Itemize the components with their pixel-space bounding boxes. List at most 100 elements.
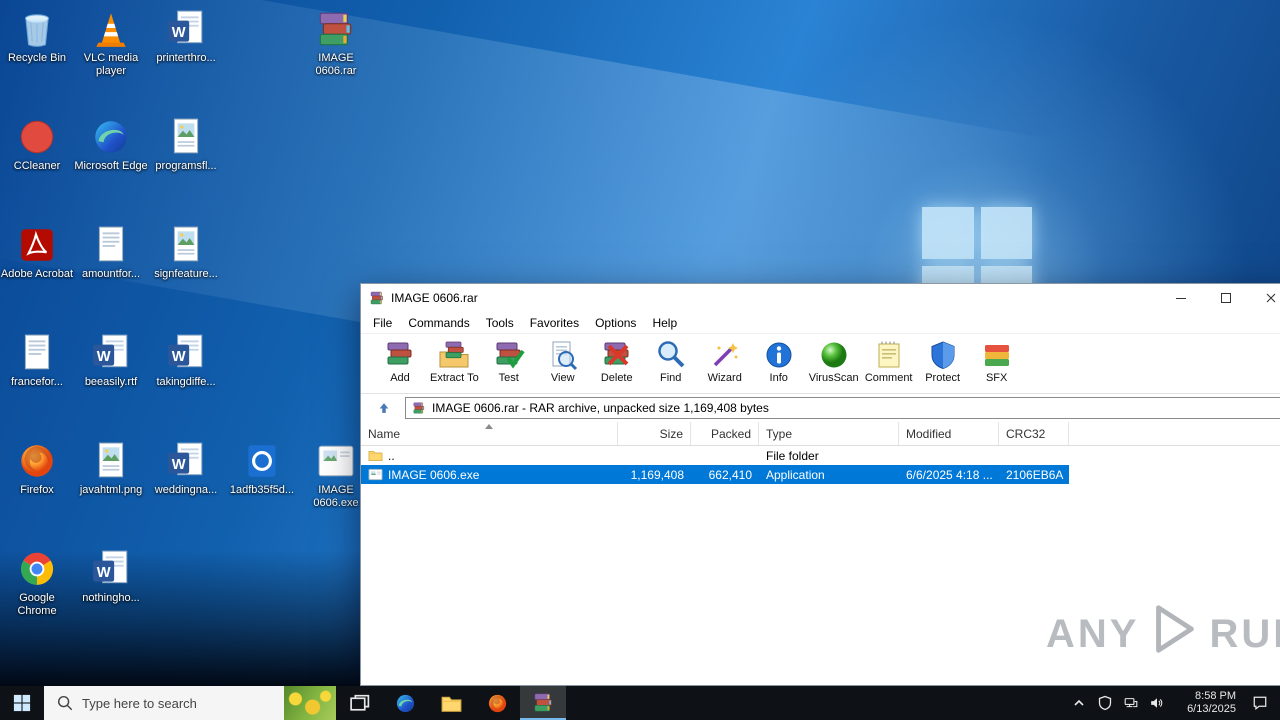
desktop-icon-image-0606-rar[interactable]: IMAGE 0606.rar: [299, 8, 373, 78]
hidden-icons-chevron[interactable]: [1066, 686, 1092, 720]
desktop-icon-recycle-bin[interactable]: Recycle Bin: [0, 8, 74, 65]
taskbar-spacer: [566, 686, 1066, 720]
toolbar-comment-button[interactable]: Comment: [862, 338, 916, 384]
toolbar-button-label: Wizard: [707, 372, 742, 384]
menu-favorites[interactable]: Favorites: [522, 316, 587, 330]
desktop-icon-google-chrome[interactable]: Google Chrome: [0, 548, 74, 618]
winrar-app-icon: [369, 290, 385, 306]
desktop-icon-beeasily-rtf[interactable]: Wbeeasily.rtf: [74, 332, 148, 389]
word-icon: W: [90, 332, 132, 374]
toolbar-view-button[interactable]: View: [536, 338, 590, 384]
word-icon: W: [165, 440, 207, 482]
toolbar-add-button[interactable]: Add: [373, 338, 427, 384]
column-header-crc32[interactable]: CRC32: [999, 422, 1069, 445]
toolbar-delete-button[interactable]: Delete: [590, 338, 644, 384]
edge-icon: [90, 116, 132, 158]
task-view-button[interactable]: [336, 686, 382, 720]
address-field[interactable]: IMAGE 0606.rar - RAR archive, unpacked s…: [405, 397, 1280, 419]
archive-description: IMAGE 0606.rar - RAR archive, unpacked s…: [432, 401, 769, 415]
taskbar: Type here to search 8:58 PM 6/13/2025: [0, 686, 1280, 720]
toolbar-sfx-button[interactable]: SFX: [970, 338, 1024, 384]
column-header-type[interactable]: Type: [759, 422, 899, 445]
taskbar-clock[interactable]: 8:58 PM 6/13/2025: [1170, 686, 1240, 720]
window-title: IMAGE 0606.rar: [391, 291, 478, 305]
close-button[interactable]: [1248, 284, 1280, 312]
comment-icon: [873, 339, 905, 371]
column-header-size[interactable]: Size: [618, 422, 691, 445]
ccleaner-icon: [16, 116, 58, 158]
desktop-icon-nothingho[interactable]: Wnothingho...: [74, 548, 148, 605]
menu-file[interactable]: File: [365, 316, 400, 330]
column-header-filler: [1069, 422, 1280, 445]
desktop-icon-label: Adobe Acrobat: [0, 268, 74, 280]
taskbar-winrar-button[interactable]: [520, 686, 566, 720]
desktop-icon-programsfl[interactable]: programsfl...: [149, 116, 223, 173]
desktop-icon-takingdiffe[interactable]: Wtakingdiffe...: [149, 332, 223, 389]
taskbar-firefox-button[interactable]: [474, 686, 520, 720]
desktop-icon-microsoft-edge[interactable]: Microsoft Edge: [74, 116, 148, 173]
file-row-parent-dir[interactable]: .. File folder: [361, 446, 1280, 465]
network-tray-icon[interactable]: [1118, 686, 1144, 720]
minimize-button[interactable]: [1158, 284, 1203, 312]
search-placeholder: Type here to search: [82, 695, 197, 711]
desktop-icon-printerthro[interactable]: Wprinterthro...: [149, 8, 223, 65]
column-header-name[interactable]: Name: [361, 422, 618, 445]
clock-date: 6/13/2025: [1187, 703, 1236, 715]
toolbar-test-button[interactable]: Test: [482, 338, 536, 384]
clock-time: 8:58 PM: [1195, 690, 1236, 702]
file-type-cell: Application: [766, 467, 825, 482]
desktop-icon-amountfor[interactable]: amountfor...: [74, 224, 148, 281]
toolbar-info-button[interactable]: Info: [752, 338, 806, 384]
column-header-modified[interactable]: Modified: [899, 422, 999, 445]
extract-icon: [438, 339, 470, 371]
toolbar-wizard-button[interactable]: Wizard: [698, 338, 752, 384]
column-header-packed[interactable]: Packed: [691, 422, 759, 445]
desktop-icon-firefox[interactable]: Firefox: [0, 440, 74, 497]
toolbar-find-button[interactable]: Find: [644, 338, 698, 384]
desktop-icon-adobe-acrobat[interactable]: Adobe Acrobat: [0, 224, 74, 281]
file-size-cell: 1,169,408: [630, 467, 684, 482]
desktop-icon-signfeature[interactable]: signfeature...: [149, 224, 223, 281]
desktop-icon-1adfb35f5d[interactable]: 1adfb35f5d...: [225, 440, 299, 497]
test-icon: [493, 339, 525, 371]
toolbar-button-label: SFX: [985, 372, 1008, 384]
toolbar-extract-to-button[interactable]: Extract To: [427, 338, 482, 384]
desktop-icon-weddingna[interactable]: Wweddingna...: [149, 440, 223, 497]
desktop-icon-label: Recycle Bin: [7, 52, 67, 64]
doc-plain-icon: [16, 332, 58, 374]
menu-help[interactable]: Help: [644, 316, 685, 330]
sort-ascending-icon: [485, 424, 493, 429]
maximize-button[interactable]: [1203, 284, 1248, 312]
volume-tray-icon[interactable]: [1144, 686, 1170, 720]
toolbar: Add Extract To Test View Delete Find Wizard Inf…: [361, 334, 1280, 394]
desktop-icon-francefor[interactable]: francefor...: [0, 332, 74, 389]
acrobat-icon: [16, 224, 58, 266]
search-daily-image: [284, 686, 336, 720]
info-icon: [763, 339, 795, 371]
taskbar-edge-button[interactable]: [382, 686, 428, 720]
start-button[interactable]: [0, 686, 44, 720]
file-row-image-0606-exe[interactable]: IMAGE 0606.exe 1,169,408 662,410 Applicatio…: [361, 465, 1069, 484]
menu-tools[interactable]: Tools: [478, 316, 522, 330]
taskbar-search[interactable]: Type here to search: [44, 686, 336, 720]
list-column-headers: Name Size Packed Type Modified CRC32: [361, 422, 1280, 446]
toolbar-virusscan-button[interactable]: VirusScan: [806, 338, 862, 384]
menu-options[interactable]: Options: [587, 316, 644, 330]
desktop-icon-javahtml-png[interactable]: javahtml.png: [74, 440, 148, 497]
file-type-cell: File folder: [766, 448, 819, 463]
desktop-icon-vlc-media-player[interactable]: VLC media player: [74, 8, 148, 78]
desktop-icon-label: Firefox: [20, 484, 54, 496]
security-tray-icon[interactable]: [1092, 686, 1118, 720]
action-center-button[interactable]: [1240, 686, 1280, 720]
window-titlebar[interactable]: IMAGE 0606.rar: [361, 284, 1280, 312]
exe-image-icon: [315, 440, 357, 482]
watermark-text-run: RUN: [1209, 611, 1280, 656]
menu-commands[interactable]: Commands: [400, 316, 477, 330]
taskbar-explorer-button[interactable]: [428, 686, 474, 720]
desktop-icon-ccleaner[interactable]: CCleaner: [0, 116, 74, 173]
word-icon: W: [165, 8, 207, 50]
column-header-label: Modified: [906, 426, 952, 441]
up-one-level-button[interactable]: [369, 397, 399, 419]
toolbar-protect-button[interactable]: Protect: [916, 338, 970, 384]
recycle-bin-icon: [16, 8, 58, 50]
